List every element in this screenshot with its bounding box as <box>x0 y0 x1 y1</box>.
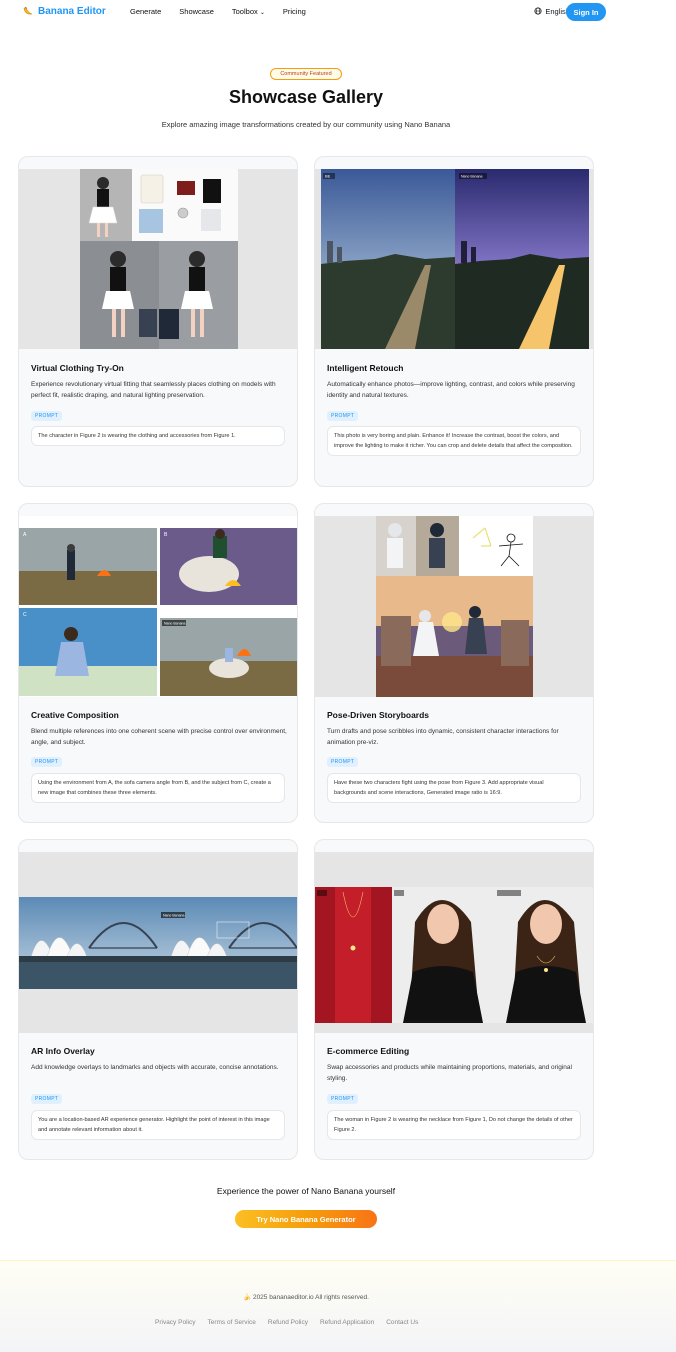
nav-generate[interactable]: Generate <box>130 7 161 16</box>
prompt-text: Have these two characters fight using th… <box>327 773 581 803</box>
chevron-down-icon: ⌄ <box>259 10 265 16</box>
card-description: Automatically enhance photos—improve lig… <box>327 381 575 399</box>
showcase-card-retouch[interactable]: BE Nano Banana Intelligent Retouch Autom… <box>314 156 594 487</box>
brand-name: Banana Editor <box>38 5 106 17</box>
showcase-card-clothing[interactable]: Virtual Clothing Try-On Experience revol… <box>18 156 298 487</box>
prompt-tag: PROMPT <box>31 1094 63 1104</box>
ar-overlay-image: Nano Banana <box>19 897 297 989</box>
banana-logo-icon <box>23 6 33 15</box>
prompt-tag: PROMPT <box>327 1094 359 1104</box>
card-description: Experience revolutionary virtual fitting… <box>31 381 276 399</box>
prompt-text: Using the environment from A, the sofa c… <box>31 773 285 803</box>
footer-link-refund-application[interactable]: Refund Application <box>320 1319 374 1326</box>
card-description: Blend multiple references into one coher… <box>31 728 287 746</box>
footer-link-terms[interactable]: Terms of Service <box>207 1319 255 1326</box>
showcase-card-ecommerce[interactable]: E-commerce Editing Swap accessories and … <box>314 839 594 1160</box>
card-description: Add knowledge overlays to landmarks and … <box>31 1064 279 1071</box>
card-title: Creative Composition <box>31 710 119 720</box>
nav-showcase[interactable]: Showcase <box>179 7 214 16</box>
prompt-text: The woman in Figure 2 is wearing the nec… <box>327 1110 581 1140</box>
showcase-card-ar-overlay[interactable]: Nano Banana AR Info Overlay Add knowledg… <box>18 839 298 1160</box>
footer: 🍌 2025 bananaeditor.io All rights reserv… <box>0 1260 676 1352</box>
card-description: Turn drafts and pose scribbles into dyna… <box>327 728 559 746</box>
card-title: Intelligent Retouch <box>327 363 404 373</box>
retouch-before-after-image: BE Nano Banana <box>321 169 589 349</box>
card-title: E-commerce Editing <box>327 1046 410 1056</box>
after-label: Nano Banana <box>461 175 482 179</box>
brand-logo-link[interactable]: Banana Editor <box>22 5 106 17</box>
clothing-tryon-image <box>80 169 238 349</box>
prompt-tag: PROMPT <box>327 411 359 421</box>
card-description: Swap accessories and products while main… <box>327 1064 572 1082</box>
card-image: Nano Banana <box>19 852 297 1033</box>
card-image: BE Nano Banana <box>315 169 593 349</box>
before-label: BE <box>325 174 331 179</box>
prompt-tag: PROMPT <box>31 757 63 767</box>
prompt-tag: PROMPT <box>31 411 63 421</box>
card-image: A B C Nano Banana <box>19 516 297 697</box>
sign-in-button[interactable]: Sign In <box>566 3 606 21</box>
nav-pricing[interactable]: Pricing <box>283 7 306 16</box>
card-title: Pose-Driven Storyboards <box>327 710 430 720</box>
banana-logo-icon: 🍌 <box>243 1294 252 1301</box>
composition-image: A B C Nano Banana <box>19 528 297 696</box>
globe-icon <box>534 7 542 15</box>
copyright: 🍌 2025 bananaeditor.io All rights reserv… <box>0 1293 612 1301</box>
card-image <box>315 516 593 697</box>
prompt-tag: PROMPT <box>327 757 359 767</box>
prompt-text: The character in Figure 2 is wearing the… <box>31 426 285 446</box>
page-title: Showcase Gallery <box>228 87 384 107</box>
footer-link-privacy[interactable]: Privacy Policy <box>155 1319 195 1326</box>
ecommerce-image <box>315 887 593 1023</box>
card-title: Virtual Clothing Try-On <box>31 363 124 373</box>
community-featured-badge: Community Featured <box>270 68 342 80</box>
nav-toolbox-label: Toolbox <box>231 7 258 16</box>
card-title: AR Info Overlay <box>31 1046 95 1056</box>
top-nav: Banana Editor Generate Showcase Toolbox … <box>0 0 676 24</box>
footer-link-contact[interactable]: Contact Us <box>386 1319 418 1326</box>
cta-text: Experience the power of Nano Banana your… <box>216 1186 396 1196</box>
showcase-card-composition[interactable]: A B C Nano Banana Creative Composition B… <box>18 503 298 823</box>
nav-toolbox[interactable]: Toolbox ⌄ <box>232 7 265 16</box>
label-c: C <box>23 612 27 618</box>
storyboard-image <box>376 516 533 697</box>
prompt-text: You are a location-based AR experience g… <box>31 1110 285 1140</box>
label-result: Nano Banana <box>164 622 185 626</box>
page-subtitle: Explore amazing image transformations cr… <box>161 120 451 129</box>
card-image <box>315 852 593 1033</box>
card-image <box>19 169 297 349</box>
copyright-text: 2025 bananaeditor.io All rights reserved… <box>252 1294 369 1301</box>
showcase-card-storyboards[interactable]: Pose-Driven Storyboards Turn drafts and … <box>314 503 594 823</box>
ar-result-label: Nano Banana <box>163 914 184 918</box>
footer-link-refund-policy[interactable]: Refund Policy <box>268 1319 308 1326</box>
prompt-text: This photo is very boring and plain. Enh… <box>327 426 581 456</box>
try-generator-button[interactable]: Try Nano Banana Generator <box>235 1210 377 1228</box>
